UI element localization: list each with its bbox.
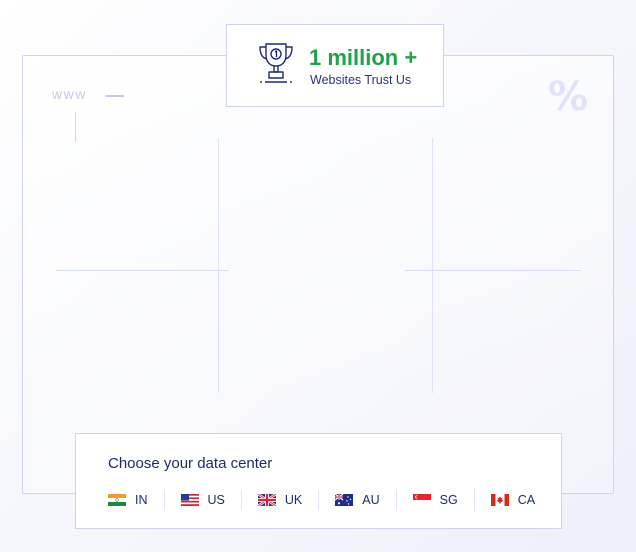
singapore-flag-icon [412, 494, 431, 506]
grid-line-h2 [405, 270, 581, 271]
grid-line-h1 [56, 270, 229, 271]
usa-flag-icon [180, 494, 199, 506]
data-center-code: US [207, 493, 225, 507]
background-frame [22, 55, 614, 494]
data-center-code: IN [135, 493, 148, 507]
data-center-card: Choose your data center IN US UK AU SG C… [75, 433, 562, 529]
badge-title: 1 million + [309, 45, 418, 70]
divider [473, 489, 475, 511]
trophy-icon [259, 43, 293, 83]
divider [318, 489, 320, 511]
uk-flag-icon [257, 494, 276, 506]
www-dash [106, 95, 124, 97]
divider [395, 489, 397, 511]
data-center-au[interactable]: AU [335, 488, 380, 512]
data-center-sg[interactable]: SG [412, 488, 458, 512]
india-flag-icon [108, 494, 126, 506]
data-center-list: IN US UK AU SG CA [108, 488, 535, 512]
data-center-code: SG [439, 493, 458, 507]
data-center-code: CA [517, 493, 536, 507]
data-center-ca[interactable]: CA [490, 488, 536, 512]
data-center-us[interactable]: US [180, 488, 225, 512]
divider [240, 489, 242, 511]
grid-line-v1 [75, 112, 76, 142]
www-decoration: www [52, 86, 87, 102]
grid-line-v2 [218, 138, 219, 393]
data-center-uk[interactable]: UK [257, 488, 303, 512]
data-center-code: UK [284, 493, 303, 507]
badge-subtitle: Websites Trust Us [310, 73, 412, 87]
grid-line-v3 [432, 138, 433, 393]
data-center-title: Choose your data center [108, 455, 273, 472]
data-center-in[interactable]: IN [108, 488, 148, 512]
trust-badge: 1 million + Websites Trust Us [226, 24, 444, 107]
percent-decoration: % [548, 74, 589, 120]
australia-flag-icon [335, 494, 354, 506]
divider [163, 489, 165, 511]
canada-flag-icon [490, 494, 509, 506]
data-center-code: AU [362, 493, 380, 507]
